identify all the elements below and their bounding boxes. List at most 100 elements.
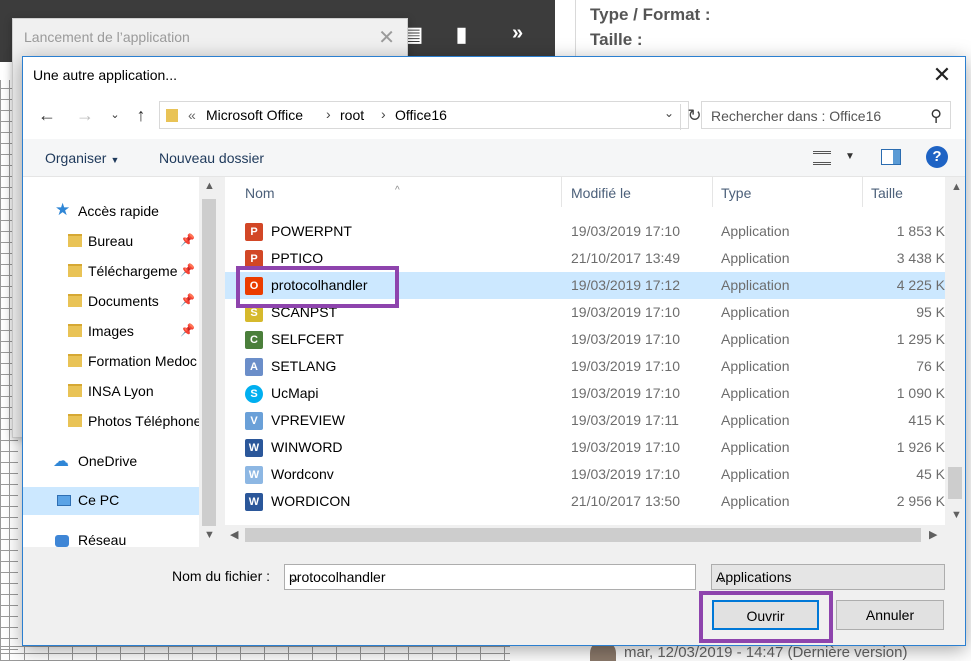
sidebar-item-images[interactable]: Images 📌 bbox=[23, 318, 199, 346]
sidebar-item-telechargements[interactable]: Téléchargements 📌 bbox=[23, 258, 199, 286]
file-modified: 19/03/2019 17:10 bbox=[571, 439, 680, 455]
navigation-row: ← → ⌄ ↑ « Microsoft Office › root › Offi… bbox=[23, 93, 965, 139]
table-row[interactable]: W Wordconv 19/03/2019 17:10 Application 45 K bbox=[225, 461, 945, 488]
file-modified: 19/03/2019 17:10 bbox=[571, 358, 680, 374]
sidebar-item-acces-rapide[interactable]: ★ Accès rapide bbox=[23, 198, 199, 226]
scroll-up-icon[interactable]: ▲ bbox=[951, 181, 962, 193]
file-size: 4 225 K bbox=[896, 277, 945, 293]
computer-icon bbox=[57, 495, 71, 506]
sidebar-item-photos-telephone[interactable]: Photos Téléphone bbox=[23, 408, 199, 436]
search-icon[interactable]: ⚲ bbox=[930, 106, 942, 126]
cancel-button[interactable]: Annuler bbox=[836, 600, 944, 630]
up-arrow-icon[interactable]: ↑ bbox=[129, 103, 153, 127]
launcher-close-icon[interactable]: ✕ bbox=[378, 25, 395, 50]
view-options-icon[interactable] bbox=[813, 151, 831, 165]
wordconv-icon: W bbox=[245, 466, 263, 484]
organize-menu[interactable]: Organiser ▼ bbox=[45, 150, 119, 166]
file-size: 3 438 K bbox=[896, 250, 945, 266]
search-input[interactable]: Rechercher dans : Office16 bbox=[711, 108, 881, 124]
folder-icon bbox=[68, 234, 82, 247]
pin-icon: 📌 bbox=[180, 323, 195, 337]
network-icon bbox=[55, 535, 69, 547]
file-size: 1 853 K bbox=[896, 223, 945, 239]
breadcrumb-office16[interactable]: Office16 bbox=[395, 107, 447, 123]
dialog-title: Une autre application... bbox=[33, 67, 177, 83]
table-row[interactable]: S UcMapi 19/03/2019 17:10 Application 1 090 … bbox=[225, 380, 945, 407]
file-type: Application bbox=[721, 223, 790, 239]
file-list-scrollbar-thumb[interactable] bbox=[948, 467, 962, 499]
sidebar-item-label: Bureau bbox=[88, 233, 134, 249]
file-type: Application bbox=[721, 439, 790, 455]
table-row[interactable]: W WORDICON 21/10/2017 13:50 Application 2 95… bbox=[225, 488, 945, 515]
taille-label: Taille : bbox=[590, 30, 643, 49]
back-arrow-icon[interactable]: ← bbox=[35, 103, 59, 127]
table-row[interactable]: V VPREVIEW 19/03/2019 17:11 Application 415 … bbox=[225, 407, 945, 434]
table-row[interactable]: C SELFCERT 19/03/2019 17:10 Application 1 29… bbox=[225, 326, 945, 353]
sidebar-item-ce-pc[interactable]: Ce PC bbox=[23, 487, 199, 515]
help-icon[interactable]: ? bbox=[926, 146, 948, 168]
horizontal-scrollbar-thumb[interactable] bbox=[245, 528, 921, 542]
breadcrumb-separator-icon[interactable]: › bbox=[381, 106, 386, 122]
sidebar-item-formation-medoc[interactable]: Formation Medoc bbox=[23, 348, 199, 376]
skype-icon: S bbox=[245, 385, 263, 403]
sidebar-item-label: OneDrive bbox=[78, 453, 138, 469]
sidebar-item-reseau[interactable]: Réseau bbox=[23, 527, 199, 547]
file-size: 45 K bbox=[916, 466, 945, 482]
forward-arrow-icon[interactable]: → bbox=[73, 103, 97, 127]
chevron-down-icon[interactable]: ⌄ bbox=[716, 569, 938, 586]
scroll-down-icon[interactable]: ▼ bbox=[951, 509, 962, 521]
scroll-up-icon[interactable]: ▲ bbox=[204, 180, 215, 192]
file-name: WORDICON bbox=[271, 493, 351, 509]
highlight-selected-file bbox=[236, 266, 399, 308]
search-box[interactable]: Rechercher dans : Office16 ⚲ bbox=[701, 101, 951, 129]
star-icon: ★ bbox=[55, 200, 71, 219]
file-list-horizontal-scrollbar[interactable]: ◀ ▶ bbox=[225, 525, 945, 545]
breadcrumb-microsoft-office[interactable]: Microsoft Office bbox=[206, 107, 303, 123]
sidebar-item-label: Téléchargements bbox=[88, 263, 178, 279]
new-folder-button[interactable]: Nouveau dossier bbox=[159, 150, 264, 166]
pin-icon: 📌 bbox=[180, 233, 195, 247]
filename-input[interactable]: protocolhandler ⌄ bbox=[284, 564, 696, 590]
folder-icon bbox=[68, 354, 82, 367]
view-caret-icon[interactable]: ▼ bbox=[845, 151, 855, 162]
file-modified: 19/03/2019 17:12 bbox=[571, 277, 680, 293]
bookmark-icon[interactable]: ▮ bbox=[456, 22, 467, 47]
file-type: Application bbox=[721, 331, 790, 347]
sidebar-item-onedrive[interactable]: ☁ OneDrive bbox=[23, 448, 199, 476]
file-name: VPREVIEW bbox=[271, 412, 345, 428]
scroll-down-icon[interactable]: ▼ bbox=[204, 529, 215, 541]
file-modified: 19/03/2019 17:10 bbox=[571, 331, 680, 347]
file-type-select[interactable]: Applications ⌄ bbox=[711, 564, 945, 590]
breadcrumb-overflow[interactable]: « bbox=[188, 107, 196, 123]
address-bar[interactable]: « Microsoft Office › root › Office16 ⌄ ↻ bbox=[159, 101, 702, 130]
scroll-left-icon[interactable]: ◀ bbox=[230, 528, 238, 541]
images-folder-icon bbox=[68, 324, 82, 337]
close-icon[interactable]: ✕ bbox=[929, 62, 955, 88]
breadcrumb-separator-icon[interactable]: › bbox=[326, 106, 331, 122]
file-modified: 19/03/2019 17:10 bbox=[571, 304, 680, 320]
folder-icon bbox=[166, 109, 178, 122]
chevron-down-icon[interactable]: ⌄ bbox=[289, 569, 689, 586]
address-dropdown-icon[interactable]: ⌄ bbox=[664, 106, 674, 120]
sidebar-item-documents[interactable]: Documents 📌 bbox=[23, 288, 199, 316]
pin-icon: 📌 bbox=[180, 263, 195, 277]
folder-icon bbox=[68, 414, 82, 427]
navigation-scrollbar-thumb[interactable] bbox=[202, 199, 216, 526]
double-chevron-right-icon[interactable]: » bbox=[512, 22, 523, 45]
sidebar-item-label: Documents bbox=[88, 293, 159, 309]
recent-locations-chevron-icon[interactable]: ⌄ bbox=[103, 103, 127, 127]
type-format-label: Type / Format : bbox=[590, 5, 711, 24]
table-row[interactable]: A SETLANG 19/03/2019 17:10 Application 76 K bbox=[225, 353, 945, 380]
table-row[interactable]: W WINWORD 19/03/2019 17:10 Application 1 926… bbox=[225, 434, 945, 461]
download-folder-icon bbox=[68, 264, 82, 277]
sidebar-item-bureau[interactable]: Bureau 📌 bbox=[23, 228, 199, 256]
table-row[interactable]: P POWERPNT 19/03/2019 17:10 Application 1 85… bbox=[225, 218, 945, 245]
scroll-right-icon[interactable]: ▶ bbox=[929, 528, 937, 541]
file-name: PPTICO bbox=[271, 250, 324, 266]
preview-pane-icon[interactable] bbox=[881, 149, 901, 165]
breadcrumb-root[interactable]: root bbox=[340, 107, 364, 123]
file-name: WINWORD bbox=[271, 439, 343, 455]
sidebar-item-insa-lyon[interactable]: INSA Lyon bbox=[23, 378, 199, 406]
file-list-vertical-scrollbar[interactable]: ▲ ▼ bbox=[945, 177, 965, 525]
language-icon: A bbox=[245, 358, 263, 376]
